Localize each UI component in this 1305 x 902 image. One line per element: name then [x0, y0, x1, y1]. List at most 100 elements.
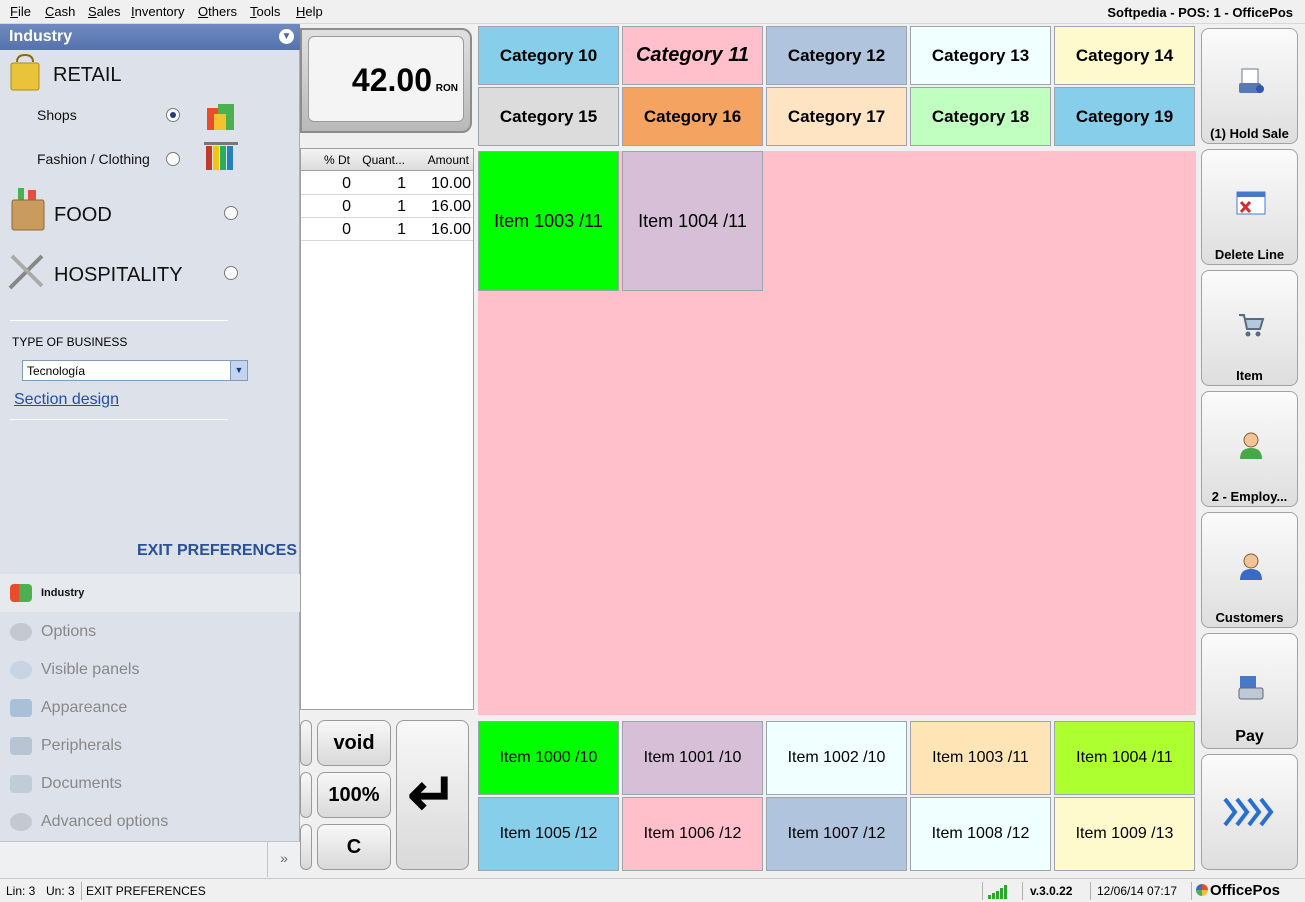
total-amount: 42.00 — [351, 62, 432, 98]
keypad-key[interactable] — [300, 772, 312, 818]
item-label: Item — [1236, 368, 1263, 383]
hospitality-label: HOSPITALITY — [54, 264, 183, 286]
nav-industry[interactable]: Industry — [0, 574, 300, 612]
nav-options[interactable]: Options — [0, 613, 300, 651]
more-actions-button[interactable] — [1201, 754, 1298, 870]
category-button[interactable]: Category 12 — [766, 26, 907, 85]
customers-label: Customers — [1215, 610, 1284, 625]
row-quantity: 1 — [397, 221, 406, 238]
table-row[interactable]: 0 1 16.00 — [301, 195, 473, 218]
row-discount: 0 — [342, 198, 351, 215]
nav-advanced-options[interactable]: Advanced options — [0, 803, 300, 841]
keypad-key[interactable] — [300, 720, 312, 766]
menu-inventory[interactable]: Inventory — [131, 4, 185, 19]
nav-peripherals[interactable]: Peripherals — [0, 727, 300, 765]
void-button[interactable]: void — [317, 720, 391, 766]
percent-button[interactable]: 100% — [317, 772, 391, 818]
item-tile[interactable]: Item 1004 /11 — [622, 151, 763, 291]
enter-button[interactable]: ↵ — [396, 720, 469, 870]
quick-item-button[interactable]: Item 1006 /12 — [622, 797, 763, 871]
delete-line-label: Delete Line — [1214, 247, 1285, 262]
nav-industry-label: Industry — [41, 587, 85, 599]
quick-item-button[interactable]: Item 1005 /12 — [478, 797, 619, 871]
shopping-bag-icon — [10, 54, 40, 91]
column-discount[interactable]: % Dt — [324, 153, 350, 167]
quick-item-button[interactable]: Item 1008 /12 — [910, 797, 1051, 871]
officepos-logo-icon — [1196, 884, 1208, 896]
peripherals-icon — [10, 737, 32, 755]
menu-help[interactable]: Help — [296, 4, 323, 19]
nav-more-button[interactable]: » — [267, 842, 300, 877]
grocery-bag-icon — [11, 188, 45, 231]
menu-tools[interactable]: Tools — [250, 4, 280, 19]
delete-line-button[interactable]: Delete Line — [1201, 149, 1298, 265]
keypad-key[interactable] — [300, 824, 312, 870]
clear-button[interactable]: C — [317, 824, 391, 870]
collapse-icon[interactable]: ▼ — [279, 29, 294, 44]
nav-documents[interactable]: Documents — [0, 765, 300, 803]
column-quantity[interactable]: Quant... — [362, 153, 405, 167]
status-message: EXIT PREFERENCES — [86, 884, 206, 898]
category-button[interactable]: Category 11 — [622, 26, 763, 85]
hold-sale-button[interactable]: (1) Hold Sale — [1201, 28, 1298, 144]
chevron-down-icon[interactable]: ▼ — [230, 361, 247, 380]
quick-item-button[interactable]: Item 1009 /13 — [1054, 797, 1195, 871]
row-discount: 0 — [342, 221, 351, 238]
fashion-radio[interactable] — [166, 152, 180, 166]
type-of-business-select[interactable]: Tecnología ▼ — [22, 360, 248, 381]
status-lines: Lin: 3 — [6, 884, 36, 898]
cash-register-icon — [1238, 676, 1264, 700]
nav-appareance-label: Appareance — [41, 699, 128, 716]
nav-visible-panels[interactable]: Visible panels — [0, 651, 300, 689]
item-tile[interactable]: Item 1003 /11 — [478, 151, 619, 291]
employee-button[interactable]: 2 - Employ... — [1201, 391, 1298, 507]
sale-lines-grid[interactable]: % Dt Quant... Amount 0 1 10.00 0 1 16.00… — [300, 148, 474, 710]
gear-icon — [10, 813, 32, 831]
nav-footer: » — [0, 841, 300, 877]
preferences-header: Industry ▼ — [0, 24, 300, 50]
quick-item-button[interactable]: Item 1004 /11 — [1054, 721, 1195, 795]
menu-sales[interactable]: Sales — [88, 4, 121, 19]
quick-item-button[interactable]: Item 1003 /11 — [910, 721, 1051, 795]
category-button[interactable]: Category 14 — [1054, 26, 1195, 85]
category-button[interactable]: Category 18 — [910, 87, 1051, 146]
table-row[interactable]: 0 1 10.00 — [301, 172, 473, 195]
menu-cash[interactable]: Cash — [45, 4, 75, 19]
exit-preferences-link[interactable]: EXIT PREFERENCES — [137, 542, 297, 560]
signal-icon — [988, 885, 1007, 899]
hospitality-radio[interactable] — [224, 266, 238, 280]
menu-file[interactable]: File — [10, 4, 31, 19]
pay-button[interactable]: Pay — [1201, 633, 1298, 749]
quick-item-button[interactable]: Item 1001 /10 — [622, 721, 763, 795]
total-currency: RON — [435, 83, 458, 94]
category-button[interactable]: Category 17 — [766, 87, 907, 146]
category-button[interactable]: Category 10 — [478, 26, 619, 85]
customers-button[interactable]: Customers — [1201, 512, 1298, 628]
nav-options-label: Options — [41, 623, 97, 640]
section-design-link[interactable]: Section design — [14, 391, 119, 409]
item-button[interactable]: Item — [1201, 270, 1298, 386]
shops-radio[interactable] — [166, 108, 180, 122]
employee-label: 2 - Employ... — [1211, 489, 1288, 504]
food-radio[interactable] — [224, 206, 238, 220]
status-units: Un: 3 — [46, 884, 75, 898]
preferences-panel: Industry ▼ RETAIL Shops Fashion / Clothi… — [0, 24, 300, 877]
menu-bar: File Cash Sales Inventory Others Tools H… — [0, 0, 1305, 24]
category-button[interactable]: Category 16 — [622, 87, 763, 146]
column-amount[interactable]: Amount — [428, 153, 469, 167]
quick-item-button[interactable]: Item 1000 /10 — [478, 721, 619, 795]
industry-icon — [10, 584, 32, 602]
category-button[interactable]: Category 15 — [478, 87, 619, 146]
nav-appareance[interactable]: Appareance — [0, 689, 300, 727]
window-title: Softpedia - POS: 1 - OfficePos — [1107, 5, 1293, 20]
table-row[interactable]: 0 1 16.00 — [301, 218, 473, 241]
category-button[interactable]: Category 13 — [910, 26, 1051, 85]
divider — [81, 882, 82, 900]
category-button[interactable]: Category 19 — [1054, 87, 1195, 146]
nav-peripherals-label: Peripherals — [41, 737, 122, 754]
quick-item-button[interactable]: Item 1007 /12 — [766, 797, 907, 871]
quick-item-button[interactable]: Item 1002 /10 — [766, 721, 907, 795]
printer-icon — [1239, 68, 1264, 93]
menu-others[interactable]: Others — [198, 4, 237, 19]
forward-arrows-icon — [1223, 797, 1274, 827]
